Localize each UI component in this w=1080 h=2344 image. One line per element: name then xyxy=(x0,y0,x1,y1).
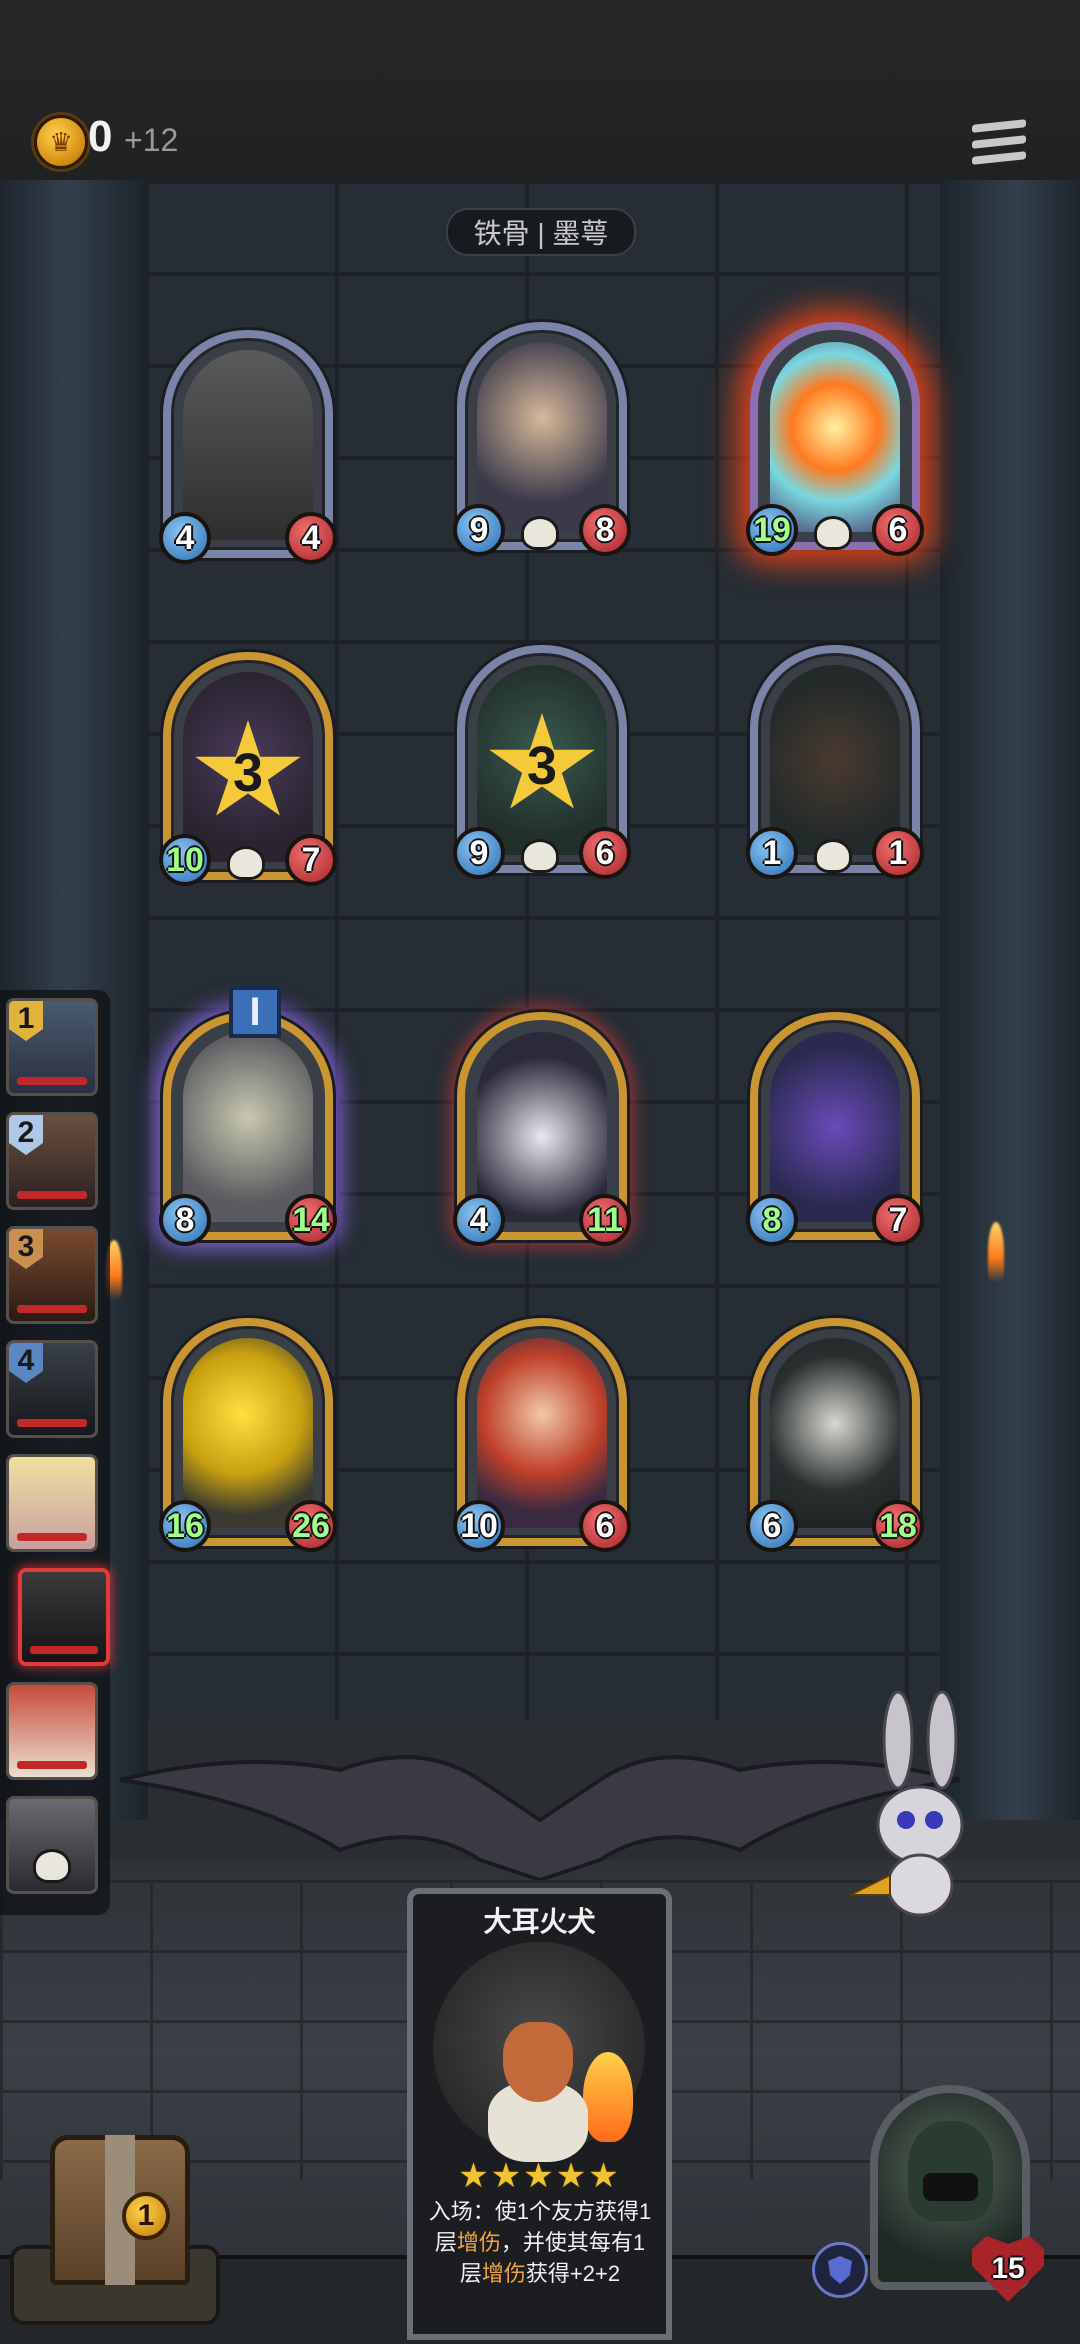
shop-card-name: 大耳火犬 xyxy=(483,1906,596,1937)
health-badge: 11 xyxy=(579,1194,631,1246)
girl-with-bangs-icon xyxy=(477,342,607,532)
health-bar xyxy=(30,1646,98,1654)
opponent-minion-card[interactable]: 19 6 xyxy=(746,322,924,556)
skull-icon xyxy=(227,846,265,880)
current-player-portrait[interactable] xyxy=(18,1568,110,1666)
health-bar xyxy=(17,1305,87,1313)
menu-icon[interactable] xyxy=(972,119,1026,172)
shop-card-stars: ★★★★★ xyxy=(458,2157,621,2195)
attack-badge: 9 xyxy=(453,504,505,556)
rank-badge: 4 xyxy=(9,1343,43,1383)
hooded-bear-icon xyxy=(183,1032,313,1222)
rank-badge: 2 xyxy=(9,1115,43,1155)
player-minion-card[interactable]: 4 11 xyxy=(453,1012,631,1246)
health-bar xyxy=(17,1077,87,1085)
reaper-icon xyxy=(770,1338,900,1528)
refresh-cost-coin: 1 xyxy=(122,2192,170,2240)
description-text: 获得+2+2 xyxy=(525,2261,621,2286)
opponent-minion-card[interactable]: 3 10 7 xyxy=(159,652,337,886)
health-bar xyxy=(17,1533,87,1541)
health-badge: 6 xyxy=(872,504,924,556)
red-haired-elf-icon xyxy=(477,1338,607,1528)
attack-badge: 16 xyxy=(159,1500,211,1552)
attack-badge: 10 xyxy=(453,1500,505,1552)
right-pillar xyxy=(938,180,1080,1820)
torch-right-icon xyxy=(988,1222,1004,1282)
attack-badge: 6 xyxy=(746,1500,798,1552)
player-minion-card[interactable]: I 8 14 xyxy=(159,986,337,1246)
health-badge: 1 xyxy=(872,827,924,879)
fire-dog-icon xyxy=(433,1942,645,2162)
attack-badge: 19 xyxy=(746,504,798,556)
player-minion-card[interactable]: 8 7 xyxy=(746,1012,924,1246)
health-badge: 18 xyxy=(872,1500,924,1552)
health-bar xyxy=(17,1191,87,1199)
player-portrait[interactable]: 3 xyxy=(6,1226,98,1324)
player-minion-card[interactable]: 6 18 xyxy=(746,1318,924,1552)
player-portrait[interactable] xyxy=(6,1682,98,1780)
chest-mimic-icon xyxy=(770,665,900,855)
bunny-mascot-icon xyxy=(850,1690,964,1917)
rank-badge: 3 xyxy=(9,1229,43,1269)
health-badge: 6 xyxy=(579,1500,631,1552)
ballerina-music-box-icon xyxy=(183,350,313,540)
gold-income: +12 xyxy=(124,122,179,158)
player-ranking-list: 1 2 3 4 xyxy=(0,990,110,1915)
player-portrait[interactable]: 1 xyxy=(6,998,98,1096)
fire-dog-head xyxy=(503,2022,573,2102)
health-bar xyxy=(17,1761,87,1769)
health-badge: 7 xyxy=(285,834,337,886)
skull-icon xyxy=(33,1849,71,1883)
shop-card[interactable]: 大耳火犬 ★★★★★ 入场：使1个友方获得1层增伤，并使其每有1层增伤获得+2+… xyxy=(407,1888,672,2340)
keyword-text: 增伤 xyxy=(456,2230,501,2255)
bat-ornament-icon xyxy=(120,1755,960,1880)
tier-marker: I xyxy=(229,986,281,1038)
health-badge: 26 xyxy=(285,1500,337,1552)
player-portrait-eliminated[interactable] xyxy=(6,1796,98,1894)
player-minion-card[interactable]: 16 26 xyxy=(159,1318,337,1552)
health-badge: 6 xyxy=(579,827,631,879)
health-badge: 4 xyxy=(285,512,337,564)
hero-mask xyxy=(923,2173,978,2201)
shop-card-description: 入场：使1个友方获得1层增伤，并使其每有1层增伤获得+2+2 xyxy=(425,2196,655,2289)
yellow-slime-icon xyxy=(183,1338,313,1528)
opponent-minion-card[interactable]: 4 4 xyxy=(159,330,337,564)
gold-value: 0 xyxy=(88,112,113,161)
rank-badge: 1 xyxy=(9,1001,43,1041)
purple-dragon-icon xyxy=(770,1032,900,1222)
health-badge: 14 xyxy=(285,1194,337,1246)
attack-badge: 10 xyxy=(159,834,211,886)
attack-badge: 9 xyxy=(453,827,505,879)
burning-crystal-icon xyxy=(770,342,900,532)
armor-shield-icon xyxy=(812,2242,868,2298)
health-bar xyxy=(17,1419,87,1427)
attack-badge: 8 xyxy=(159,1194,211,1246)
skull-icon xyxy=(521,516,559,550)
skull-icon xyxy=(521,839,559,873)
hero-hood xyxy=(908,2121,993,2221)
opponent-minion-card[interactable]: 3 9 6 xyxy=(453,645,631,879)
penguin-icon xyxy=(477,1032,607,1222)
attack-badge: 4 xyxy=(453,1194,505,1246)
health-badge: 8 xyxy=(579,504,631,556)
opponent-minion-card[interactable]: 1 1 xyxy=(746,645,924,879)
health-badge: 7 xyxy=(872,1194,924,1246)
attack-badge: 1 xyxy=(746,827,798,879)
player-portrait[interactable]: 4 xyxy=(6,1340,98,1438)
flame-icon xyxy=(583,2052,633,2142)
player-minion-card[interactable]: 10 6 xyxy=(453,1318,631,1552)
refresh-shop-button[interactable] xyxy=(10,2095,220,2330)
gold-coin-icon: ♛ xyxy=(34,115,88,169)
player-portrait[interactable] xyxy=(6,1454,98,1552)
top-bar: ♛ 0 +12 xyxy=(0,0,1080,184)
player-portrait[interactable]: 2 xyxy=(6,1112,98,1210)
keyword-text: 增伤 xyxy=(481,2261,526,2286)
opponent-minion-card[interactable]: 9 8 xyxy=(453,322,631,556)
opponent-name: 铁骨 | 墨萼 xyxy=(446,208,636,256)
skull-icon xyxy=(814,839,852,873)
skull-icon xyxy=(814,516,852,550)
attack-badge: 8 xyxy=(746,1194,798,1246)
attack-badge: 4 xyxy=(159,512,211,564)
